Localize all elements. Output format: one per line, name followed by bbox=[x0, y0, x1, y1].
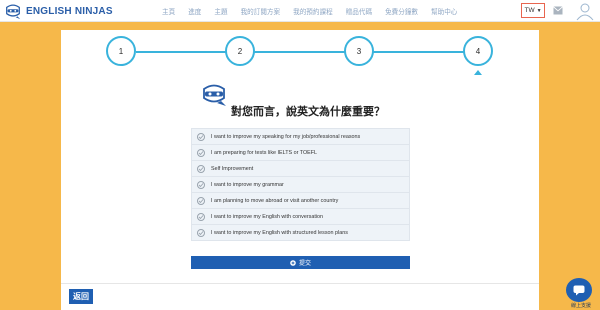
top-header: ENGLISH NINJAS 主頁 進度 主題 我的訂閱方案 我的預約課程 贈品… bbox=[0, 0, 600, 22]
check-circle-icon bbox=[197, 212, 205, 221]
survey-card: 1 2 3 4 對您而言，說英文為什麼重要？ I want to improve… bbox=[61, 30, 539, 310]
plus-circle-icon bbox=[290, 259, 296, 266]
option-label: I want to improve my grammar bbox=[211, 181, 284, 188]
check-circle-icon bbox=[197, 148, 205, 157]
active-step-pointer bbox=[474, 70, 482, 75]
chat-bubble-icon bbox=[573, 285, 585, 295]
back-button[interactable]: 返回 bbox=[69, 289, 93, 304]
submit-button[interactable]: 提交 bbox=[191, 256, 410, 269]
question-title: 對您而言，說英文為什麼重要？ bbox=[231, 106, 385, 118]
nav-progress[interactable]: 進度 bbox=[188, 6, 201, 16]
option-item[interactable]: I am preparing for tests like IELTS or T… bbox=[191, 144, 410, 161]
option-label: I want to improve my English with struct… bbox=[211, 229, 348, 236]
ninja-mascot-icon bbox=[203, 84, 226, 106]
language-value: TW bbox=[524, 7, 535, 14]
option-label: I want to improve my English with conver… bbox=[211, 213, 324, 220]
check-circle-icon bbox=[197, 180, 205, 189]
step-3: 3 bbox=[344, 36, 374, 66]
option-label: I want to improve my speaking for my job… bbox=[211, 133, 361, 140]
caret-down-icon: ▼ bbox=[536, 7, 542, 14]
footer-divider bbox=[61, 283, 539, 284]
step-2: 2 bbox=[225, 36, 255, 66]
check-circle-icon bbox=[197, 164, 205, 173]
option-item[interactable]: Self Improvement bbox=[191, 160, 410, 177]
nav-free-minutes[interactable]: 免費分鐘數 bbox=[385, 6, 418, 16]
option-label: I am preparing for tests like IELTS or T… bbox=[211, 149, 318, 156]
nav-home[interactable]: 主頁 bbox=[162, 6, 175, 16]
nav-booked-lessons[interactable]: 我的預約課程 bbox=[293, 6, 333, 16]
option-item[interactable]: I want to improve my speaking for my job… bbox=[191, 128, 410, 145]
main-nav: 主頁 進度 主題 我的訂閱方案 我的預約課程 贈品代碼 免費分鐘數 幫助中心 bbox=[162, 0, 470, 22]
progress-stepper: 1 2 3 4 bbox=[61, 30, 539, 80]
logo[interactable]: ENGLISH NINJAS bbox=[4, 2, 113, 20]
option-label: I am planning to move abroad or visit an… bbox=[211, 197, 339, 204]
option-label: Self Improvement bbox=[211, 165, 254, 172]
option-item[interactable]: I am planning to move abroad or visit an… bbox=[191, 192, 410, 209]
user-avatar-icon[interactable] bbox=[575, 1, 595, 21]
check-circle-icon bbox=[197, 196, 205, 205]
mail-icon[interactable] bbox=[553, 6, 563, 15]
step-4: 4 bbox=[463, 36, 493, 66]
language-selector[interactable]: TW ▼ bbox=[521, 3, 545, 18]
nav-help-center[interactable]: 幫助中心 bbox=[431, 6, 457, 16]
nav-topics[interactable]: 主題 bbox=[214, 6, 227, 16]
option-item[interactable]: I want to improve my English with conver… bbox=[191, 208, 410, 225]
check-circle-icon bbox=[197, 228, 205, 237]
check-circle-icon bbox=[197, 132, 205, 141]
logo-text: ENGLISH NINJAS bbox=[26, 5, 113, 17]
nav-subscription[interactable]: 我的訂閱方案 bbox=[241, 6, 281, 16]
option-item[interactable]: I want to improve my grammar bbox=[191, 176, 410, 193]
stepper-line bbox=[136, 51, 470, 53]
chat-support-button[interactable] bbox=[566, 278, 592, 302]
ninja-logo-icon bbox=[6, 4, 21, 20]
option-item[interactable]: I want to improve my English with struct… bbox=[191, 224, 410, 241]
options-list: I want to improve my speaking for my job… bbox=[191, 128, 410, 241]
submit-label: 提交 bbox=[298, 261, 311, 267]
chat-support-label: 線上支援 bbox=[570, 303, 591, 309]
nav-gift-code[interactable]: 贈品代碼 bbox=[346, 6, 372, 16]
step-1: 1 bbox=[106, 36, 136, 66]
